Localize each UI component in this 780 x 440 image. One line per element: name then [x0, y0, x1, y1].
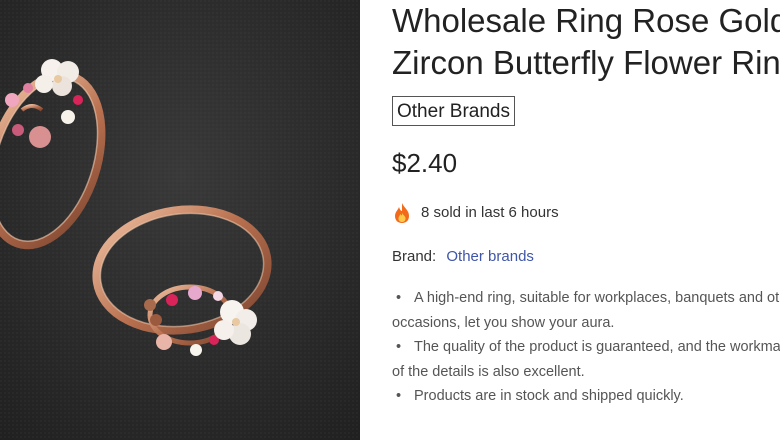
feature-line-continued: occasions, let you show your aura.: [392, 314, 615, 331]
product-title: Wholesale Ring Rose Gold Zircon Butterfl…: [392, 0, 780, 84]
sold-text: 8 sold in last 6 hours: [421, 204, 559, 221]
bullet-icon: •: [392, 339, 402, 355]
brand-row: Brand: Other brands: [392, 246, 534, 268]
product-title-line-1: Wholesale Ring Rose Gold: [392, 2, 780, 39]
product-info: Wholesale Ring Rose Gold Zircon Butterfl…: [392, 0, 780, 440]
feature-line-continued: of the details is also excellent.: [392, 363, 585, 380]
bullet-icon: •: [392, 290, 402, 306]
feature-line: • Products are in stock and shipped quick…: [392, 384, 780, 409]
product-price: $2.40: [392, 148, 458, 178]
ring-photo-illustration: [0, 0, 360, 440]
product-features: • A high-end ring, suitable for workplace…: [392, 286, 780, 409]
feature-item: • A high-end ring, suitable for workplace…: [392, 286, 780, 335]
brand-badge[interactable]: Other Brands: [392, 96, 515, 126]
product-image[interactable]: [0, 0, 360, 440]
feature-text: The quality of the product is guaranteed…: [414, 339, 780, 355]
bullet-icon: •: [392, 388, 402, 404]
feature-line: • A high-end ring, suitable for workplace…: [392, 286, 780, 311]
sold-count: 8 sold in last 6 hours: [392, 202, 559, 224]
fire-icon: [395, 203, 409, 223]
feature-text: A high-end ring, suitable for workplaces…: [414, 290, 780, 306]
product-title-line-2: Zircon Butterfly Flower Ring: [392, 44, 780, 81]
brand-link[interactable]: Other brands: [446, 248, 534, 265]
feature-line: • The quality of the product is guarantee…: [392, 335, 780, 360]
feature-item: • Products are in stock and shipped quick…: [392, 384, 780, 409]
feature-text: Products are in stock and shipped quickl…: [414, 388, 684, 404]
brand-label: Brand:: [392, 248, 437, 265]
feature-item: • The quality of the product is guarantee…: [392, 335, 780, 384]
